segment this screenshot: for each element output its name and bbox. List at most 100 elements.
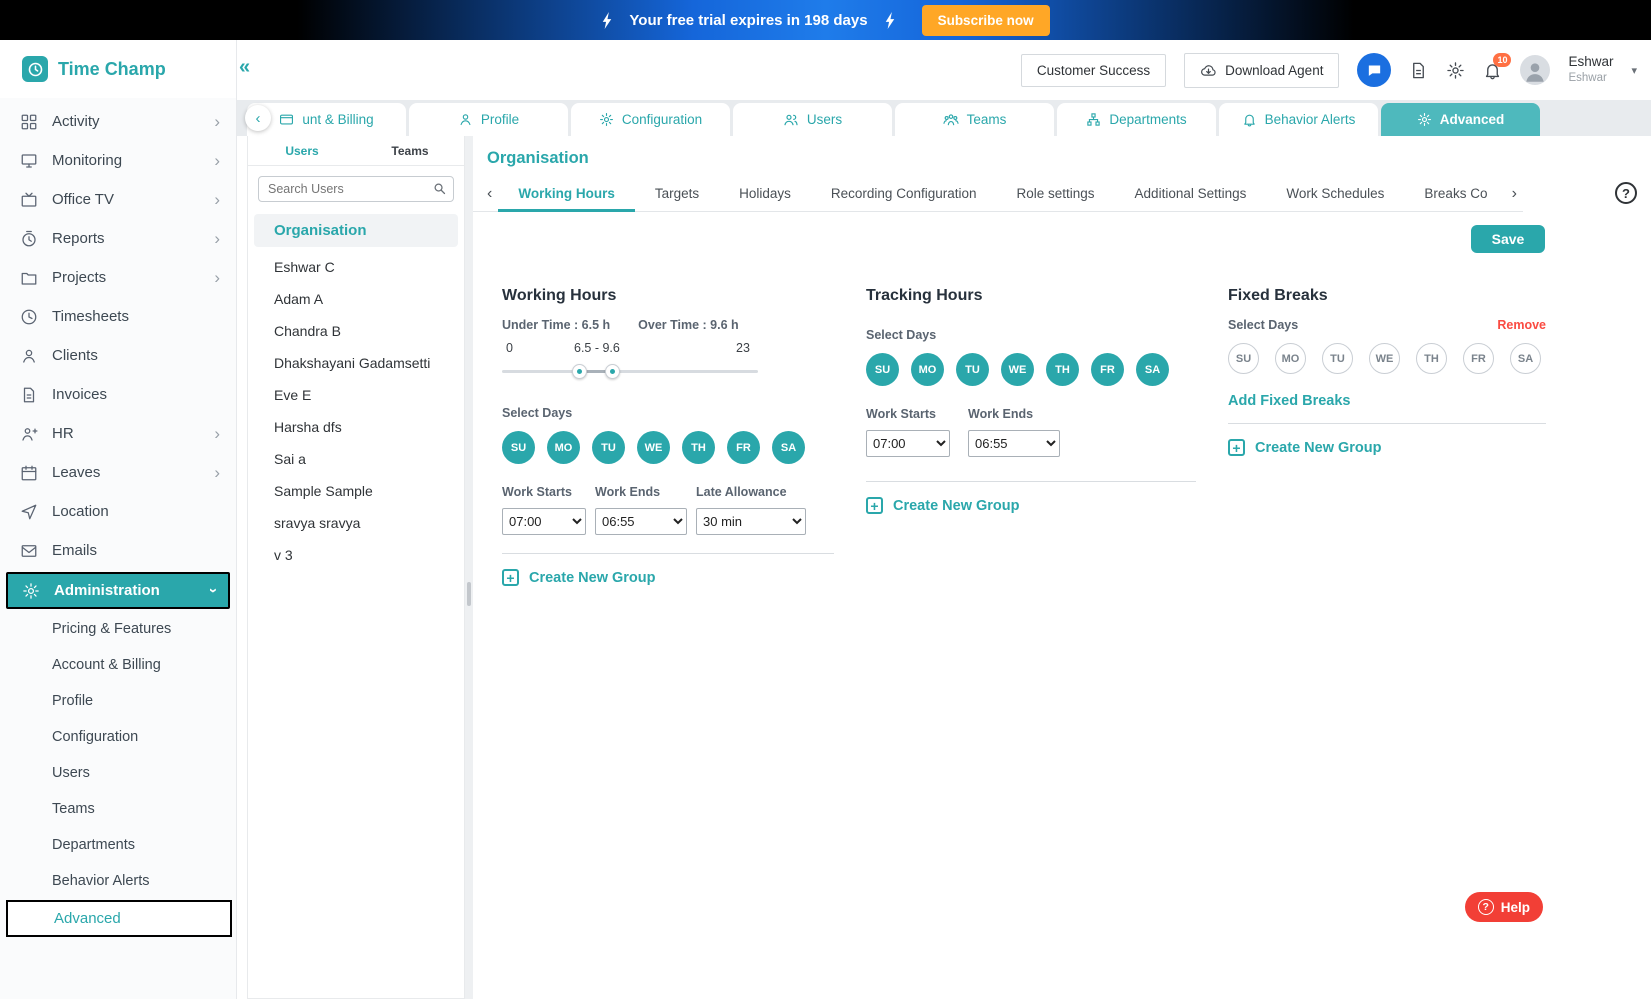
create-new-group-button[interactable]: + Create New Group	[502, 569, 834, 586]
sidebar-item-projects[interactable]: Projects ›	[0, 258, 236, 297]
day-th-button[interactable]: TH	[682, 431, 715, 464]
sidebar-subitem-departments[interactable]: Departments	[0, 827, 236, 863]
sidebar-item-invoices[interactable]: Invoices	[0, 375, 236, 414]
sidebar-subitem-behavior-alerts[interactable]: Behavior Alerts	[0, 863, 236, 899]
tracking-day-su-button[interactable]: SU	[866, 353, 899, 386]
sidebar-subitem-advanced[interactable]: Advanced	[6, 900, 232, 937]
tracking-day-tu-button[interactable]: TU	[956, 353, 989, 386]
list-item[interactable]: v 3	[248, 539, 464, 571]
subtab-work-schedules[interactable]: Work Schedules	[1266, 176, 1404, 212]
tracking-day-th-button[interactable]: TH	[1046, 353, 1079, 386]
day-we-button[interactable]: WE	[637, 431, 670, 464]
subtab-working-hours[interactable]: Working Hours	[498, 176, 635, 212]
search-users-input[interactable]	[258, 176, 454, 202]
subtab-recording-configuration[interactable]: Recording Configuration	[811, 176, 997, 212]
document-icon[interactable]	[1409, 61, 1428, 80]
tracking-day-mo-button[interactable]: MO	[911, 353, 944, 386]
sidebar-subitem-pricing-features[interactable]: Pricing & Features	[0, 611, 236, 647]
slider-handle-max[interactable]	[605, 364, 620, 379]
break-day-fr-button[interactable]: FR	[1463, 343, 1494, 374]
late-allowance-select[interactable]: 30 min	[696, 508, 806, 535]
tab-departments[interactable]: Departments	[1057, 103, 1216, 136]
page-help-icon[interactable]: ?	[1615, 182, 1637, 204]
sidebar-item-administration[interactable]: Administration ›	[6, 572, 230, 609]
save-button[interactable]: Save	[1471, 225, 1545, 253]
avatar[interactable]	[1520, 55, 1550, 85]
panel-tab-users[interactable]: Users	[248, 136, 356, 165]
list-item[interactable]: Sample Sample	[248, 475, 464, 507]
tab-behavior-alerts[interactable]: Behavior Alerts	[1219, 103, 1378, 136]
day-fr-button[interactable]: FR	[727, 431, 760, 464]
list-item[interactable]: Dhakshayani Gadamsetti	[248, 347, 464, 379]
sidebar-item-reports[interactable]: Reports ›	[0, 219, 236, 258]
remove-link[interactable]: Remove	[1497, 318, 1546, 332]
panel-tab-teams[interactable]: Teams	[356, 136, 464, 165]
sidebar-item-hr[interactable]: HR ›	[0, 414, 236, 453]
download-agent-button[interactable]: Download Agent	[1184, 53, 1339, 88]
sidebar-item-office-tv[interactable]: Office TV ›	[0, 180, 236, 219]
tabs-scroll-left-button[interactable]: ‹	[245, 105, 271, 131]
help-button[interactable]: ? Help	[1465, 892, 1543, 922]
subtabs-prev-icon[interactable]: ‹	[481, 185, 498, 203]
add-fixed-breaks-link[interactable]: Add Fixed Breaks	[1228, 393, 1546, 409]
chevron-down-icon[interactable]: ▾	[1631, 64, 1637, 77]
tracking-day-sa-button[interactable]: SA	[1136, 353, 1169, 386]
list-item[interactable]: Harsha dfs	[248, 411, 464, 443]
tracking-day-fr-button[interactable]: FR	[1091, 353, 1124, 386]
sidebar-item-activity[interactable]: Activity ›	[0, 102, 236, 141]
subtab-role-settings[interactable]: Role settings	[997, 176, 1115, 212]
break-day-mo-button[interactable]: MO	[1275, 343, 1306, 374]
sidebar-item-monitoring[interactable]: Monitoring ›	[0, 141, 236, 180]
day-su-button[interactable]: SU	[502, 431, 535, 464]
slider-handle-min[interactable]	[572, 364, 587, 379]
list-item[interactable]: sravya sravya	[248, 507, 464, 539]
breaks-create-new-group-button[interactable]: + Create New Group	[1228, 439, 1546, 456]
subscribe-button[interactable]: Subscribe now	[922, 5, 1050, 36]
gear-icon[interactable]	[1446, 61, 1465, 80]
customer-success-button[interactable]: Customer Success	[1021, 54, 1166, 87]
break-day-su-button[interactable]: SU	[1228, 343, 1259, 374]
day-tu-button[interactable]: TU	[592, 431, 625, 464]
working-hours-slider[interactable]	[502, 363, 758, 379]
tab-configuration[interactable]: Configuration	[571, 103, 730, 136]
sidebar-item-leaves[interactable]: Leaves ›	[0, 453, 236, 492]
break-day-sa-button[interactable]: SA	[1510, 343, 1541, 374]
sidebar-item-clients[interactable]: Clients	[0, 336, 236, 375]
break-day-th-button[interactable]: TH	[1416, 343, 1447, 374]
sidebar-subitem-profile[interactable]: Profile	[0, 683, 236, 719]
notifications-button[interactable]: 10	[1483, 61, 1502, 80]
break-day-tu-button[interactable]: TU	[1322, 343, 1353, 374]
tab-teams[interactable]: Teams	[895, 103, 1054, 136]
subtabs-next-icon[interactable]: ›	[1506, 185, 1523, 203]
subtab-targets[interactable]: Targets	[635, 176, 719, 212]
list-item[interactable]: Chandra B	[248, 315, 464, 347]
tracking-create-new-group-button[interactable]: + Create New Group	[866, 497, 1196, 514]
sidebar-subitem-configuration[interactable]: Configuration	[0, 719, 236, 755]
subtab-holidays[interactable]: Holidays	[719, 176, 811, 212]
slider-track[interactable]	[502, 370, 758, 373]
tracking-work-starts-select[interactable]: 07:00	[866, 430, 950, 457]
day-mo-button[interactable]: MO	[547, 431, 580, 464]
work-starts-select[interactable]: 07:00	[502, 508, 586, 535]
list-item[interactable]: Sai a	[248, 443, 464, 475]
tab-users[interactable]: Users	[733, 103, 892, 136]
sidebar-item-timesheets[interactable]: Timesheets	[0, 297, 236, 336]
user-menu[interactable]: Eshwar Eshwar	[1568, 54, 1613, 85]
tracking-day-we-button[interactable]: WE	[1001, 353, 1034, 386]
sidebar-subitem-teams[interactable]: Teams	[0, 791, 236, 827]
list-item[interactable]: Eshwar C	[248, 251, 464, 283]
break-day-we-button[interactable]: WE	[1369, 343, 1400, 374]
panel-scrollbar[interactable]	[465, 136, 473, 999]
subtab-breaks-configuration[interactable]: Breaks Co	[1404, 176, 1505, 212]
tab-profile[interactable]: Profile	[409, 103, 568, 136]
sidebar-item-location[interactable]: Location	[0, 492, 236, 531]
sidebar-subitem-users[interactable]: Users	[0, 755, 236, 791]
work-ends-select[interactable]: 06:55	[595, 508, 687, 535]
organisation-group-header[interactable]: Organisation	[254, 214, 458, 247]
sidebar-subitem-account-billing[interactable]: Account & Billing	[0, 647, 236, 683]
list-item[interactable]: Adam A	[248, 283, 464, 315]
tracking-work-ends-select[interactable]: 06:55	[968, 430, 1060, 457]
list-item[interactable]: Eve E	[248, 379, 464, 411]
subtab-additional-settings[interactable]: Additional Settings	[1115, 176, 1267, 212]
sidebar-item-emails[interactable]: Emails	[0, 531, 236, 570]
